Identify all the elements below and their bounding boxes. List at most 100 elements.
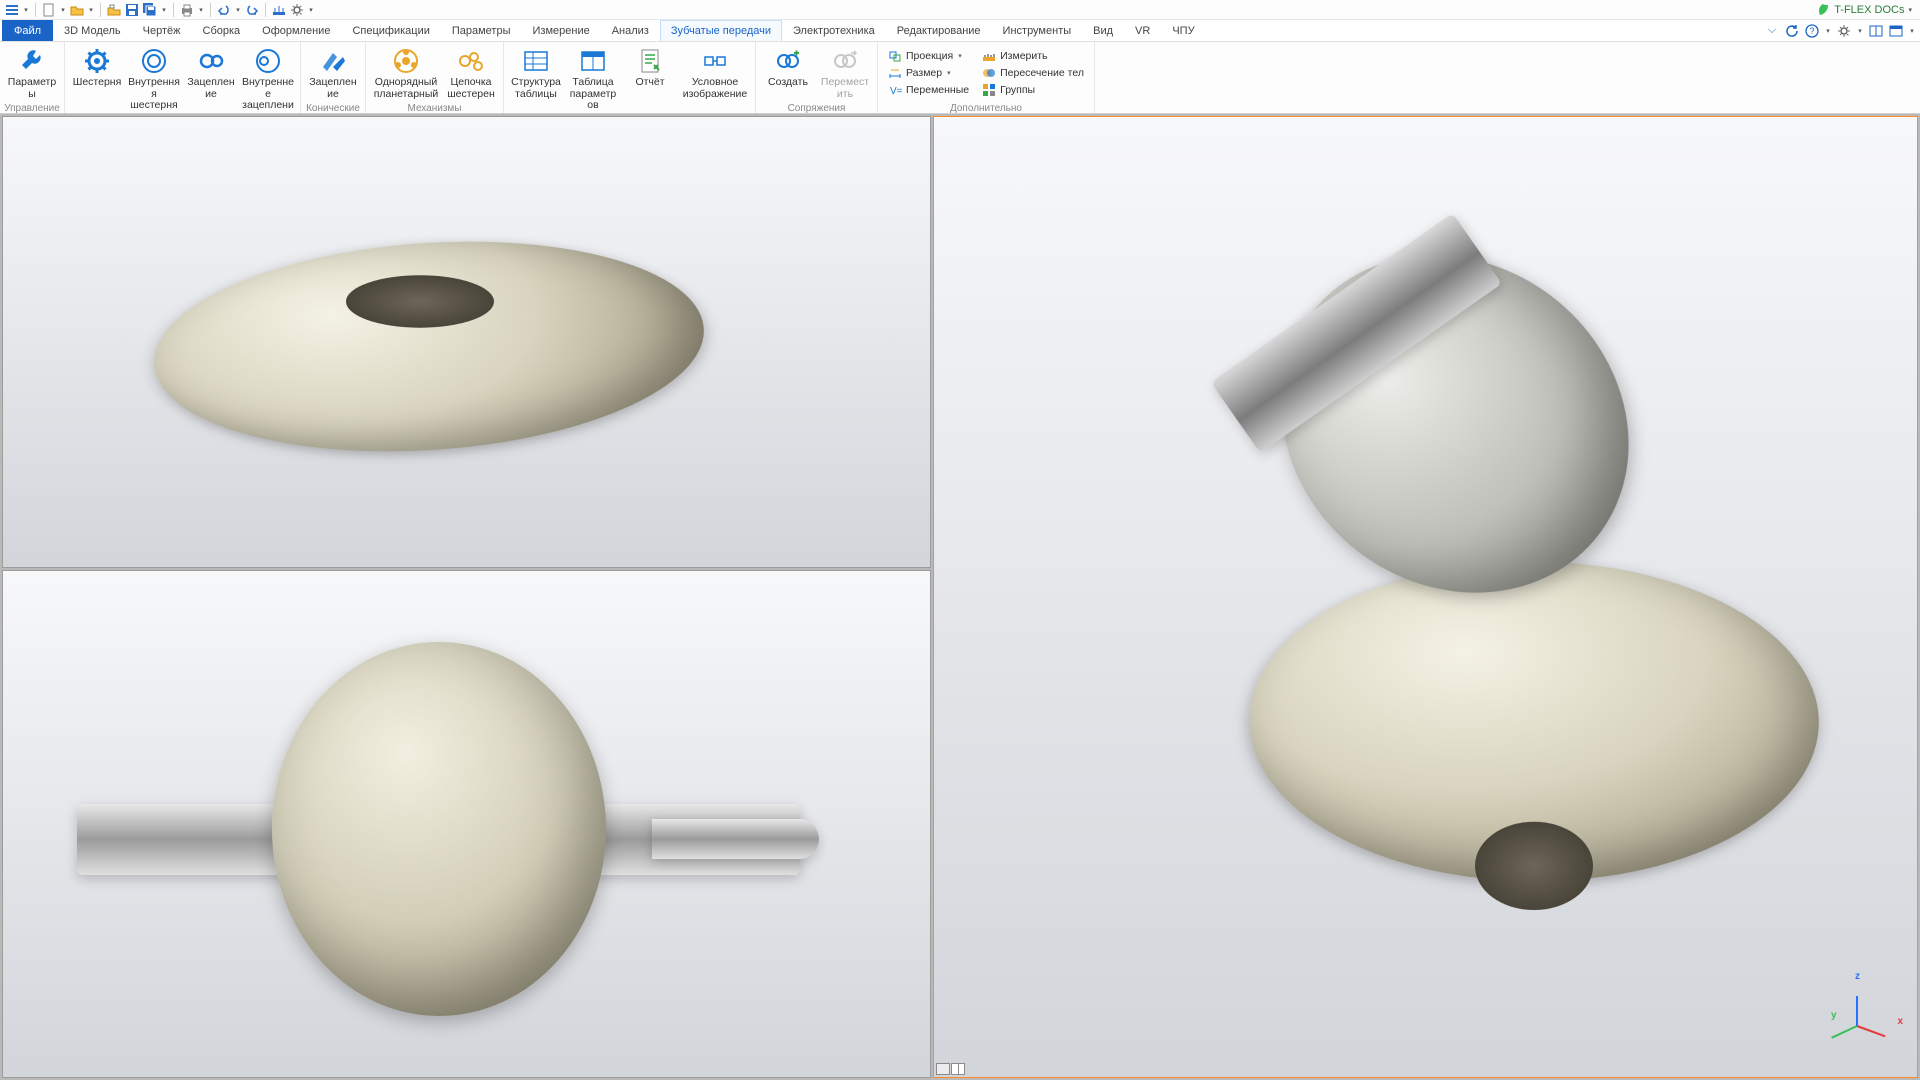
- intersection-button[interactable]: Пересечение тел: [978, 65, 1088, 81]
- ribbon-body: ПараметрыУправлениеШестерняВнутренняя ше…: [0, 42, 1920, 114]
- gear-pair-icon: [196, 46, 226, 76]
- tab-чпу[interactable]: ЧПУ: [1161, 20, 1205, 41]
- qat-recent-icon[interactable]: [106, 2, 122, 18]
- tab-сборка[interactable]: Сборка: [192, 20, 252, 41]
- wrench-icon: [17, 46, 47, 76]
- mate-create-icon: [773, 46, 803, 76]
- bevel-mesh-button[interactable]: Зацепление: [305, 44, 361, 102]
- file-tab[interactable]: Файл: [2, 20, 53, 41]
- tab-параметры[interactable]: Параметры: [441, 20, 522, 41]
- internal-mesh-button[interactable]: Внутреннее зацепление: [240, 44, 296, 125]
- qat-new-icon[interactable]: [41, 2, 57, 18]
- gear-ring-icon: [139, 46, 169, 76]
- qat-measure-icon[interactable]: [271, 2, 287, 18]
- tab-редактирование[interactable]: Редактирование: [886, 20, 992, 41]
- work-area: x y z: [0, 114, 1920, 1080]
- tab-вид[interactable]: Вид: [1082, 20, 1124, 41]
- schematic-icon: [700, 46, 730, 76]
- report-icon: [635, 46, 665, 76]
- gear-chain-button[interactable]: Цепочка шестерен: [443, 44, 499, 102]
- tab-vr[interactable]: VR: [1124, 20, 1161, 41]
- gear-icon[interactable]: [1836, 23, 1852, 39]
- qat-saveall-dd[interactable]: ▾: [160, 2, 168, 18]
- qat-open-dd[interactable]: ▾: [87, 2, 95, 18]
- qat-menu-dd[interactable]: ▾: [22, 2, 30, 18]
- planet-3-icon: [456, 46, 486, 76]
- window-layout-icon[interactable]: [1868, 23, 1884, 39]
- create-mate-button[interactable]: Создать: [760, 44, 816, 91]
- collapse-ribbon-icon[interactable]: ⌵: [1764, 23, 1780, 39]
- qat-settings-dd[interactable]: ▾: [307, 2, 315, 18]
- qat-print-icon[interactable]: [179, 2, 195, 18]
- gear-button[interactable]: Шестерня: [69, 44, 125, 91]
- qat-undo-icon[interactable]: [216, 2, 232, 18]
- layout-dd[interactable]: ▾: [1908, 23, 1916, 39]
- qat-save-icon[interactable]: [124, 2, 140, 18]
- help-dd[interactable]: ▾: [1824, 23, 1832, 39]
- tab-3d-модель[interactable]: 3D Модель: [53, 20, 132, 41]
- move-mate-button: Переместить: [817, 44, 873, 102]
- svg-text:?: ?: [1809, 26, 1814, 36]
- ribbon-group-цилиндрические: ШестерняВнутренняя шестерняЗацеплениеВну…: [65, 42, 301, 113]
- qat-saveall-icon[interactable]: [142, 2, 158, 18]
- tab-электротехника[interactable]: Электротехника: [782, 20, 886, 41]
- dim-icon: [888, 66, 902, 80]
- minimize-panel-icon[interactable]: [1888, 23, 1904, 39]
- chevron-down-icon[interactable]: ▾: [1908, 6, 1912, 14]
- viewport-right-main[interactable]: x y z: [933, 116, 1918, 1078]
- bevel-pair-icon: [318, 46, 348, 76]
- intersect-icon: [982, 66, 996, 80]
- tab-чертёж[interactable]: Чертёж: [132, 20, 192, 41]
- qat-undo-dd[interactable]: ▾: [234, 2, 242, 18]
- view-single-button[interactable]: [936, 1063, 950, 1075]
- planetary-single-button[interactable]: Однорядный планетарный: [370, 44, 442, 102]
- chevron-down-icon[interactable]: ▾: [958, 52, 962, 60]
- ribbon-group-механизмы: Однорядный планетарныйЦепочка шестеренМе…: [366, 42, 504, 113]
- internal-gear-button[interactable]: Внутренняя шестерня: [126, 44, 182, 114]
- help-icon[interactable]: ?: [1804, 23, 1820, 39]
- projection-button[interactable]: Проекция▾: [884, 48, 973, 64]
- ribbon-group-сопряжения: СоздатьПереместитьСопряжения: [756, 42, 878, 113]
- ribbon-tabs: Файл 3D МодельЧертёжСборкаОформлениеСпец…: [0, 20, 1920, 42]
- ribbon-group-конические: ЗацеплениеКонические: [301, 42, 366, 113]
- qat-redo-icon[interactable]: [244, 2, 260, 18]
- measure-button[interactable]: Измерить: [978, 48, 1088, 64]
- quick-access-toolbar: ▾ ▾ ▾ ▾ ▾ ▾ ▾ T-FLEX DOCs ▾: [0, 0, 1920, 20]
- qat-settings-icon[interactable]: [289, 2, 305, 18]
- gear-dd[interactable]: ▾: [1856, 23, 1864, 39]
- tab-зубчатые-передачи[interactable]: Зубчатые передачи: [660, 20, 782, 41]
- svg-text:V=: V=: [890, 86, 902, 97]
- groups-button[interactable]: Группы: [978, 82, 1088, 98]
- viewport-top-left[interactable]: [2, 116, 931, 568]
- tab-спецификации[interactable]: Спецификации: [341, 20, 440, 41]
- ruler-icon: [982, 49, 996, 63]
- refresh-icon[interactable]: [1784, 23, 1800, 39]
- viewport-bottom-left[interactable]: [2, 570, 931, 1078]
- param-table-button[interactable]: Таблица параметров: [565, 44, 621, 114]
- qat-print-dd[interactable]: ▾: [197, 2, 205, 18]
- variables-button[interactable]: V=Переменные: [884, 82, 973, 98]
- tab-инструменты[interactable]: Инструменты: [992, 20, 1083, 41]
- tab-измерение[interactable]: Измерение: [522, 20, 601, 41]
- table-icon: [521, 46, 551, 76]
- symbolic-image-button[interactable]: Условное изображение: [679, 44, 751, 102]
- chevron-down-icon[interactable]: ▾: [947, 69, 951, 77]
- dimension-button[interactable]: Размер▾: [884, 65, 973, 81]
- leaf-icon: [1816, 3, 1830, 17]
- mesh-button[interactable]: Зацепление: [183, 44, 239, 102]
- qat-open-icon[interactable]: [69, 2, 85, 18]
- tab-анализ[interactable]: Анализ: [601, 20, 660, 41]
- groups-icon: [982, 83, 996, 97]
- table-structure-button[interactable]: Структура таблицы: [508, 44, 564, 102]
- tflex-docs-button[interactable]: T-FLEX DOCs ▾: [1812, 3, 1916, 17]
- ribbon-group-управление: ПараметрыУправление: [0, 42, 65, 113]
- qat-menu-icon[interactable]: [4, 2, 20, 18]
- qat-new-dd[interactable]: ▾: [59, 2, 67, 18]
- parameters-button[interactable]: Параметры: [4, 44, 60, 102]
- planet-1-icon: [391, 46, 421, 76]
- table2-icon: [578, 46, 608, 76]
- report-button[interactable]: Отчёт: [622, 44, 678, 91]
- ribbon-group-дополнительно: Проекция▾Размер▾V=Переменные ИзмеритьПере…: [878, 42, 1095, 113]
- view-split-button[interactable]: [951, 1063, 965, 1075]
- tab-оформление[interactable]: Оформление: [251, 20, 341, 41]
